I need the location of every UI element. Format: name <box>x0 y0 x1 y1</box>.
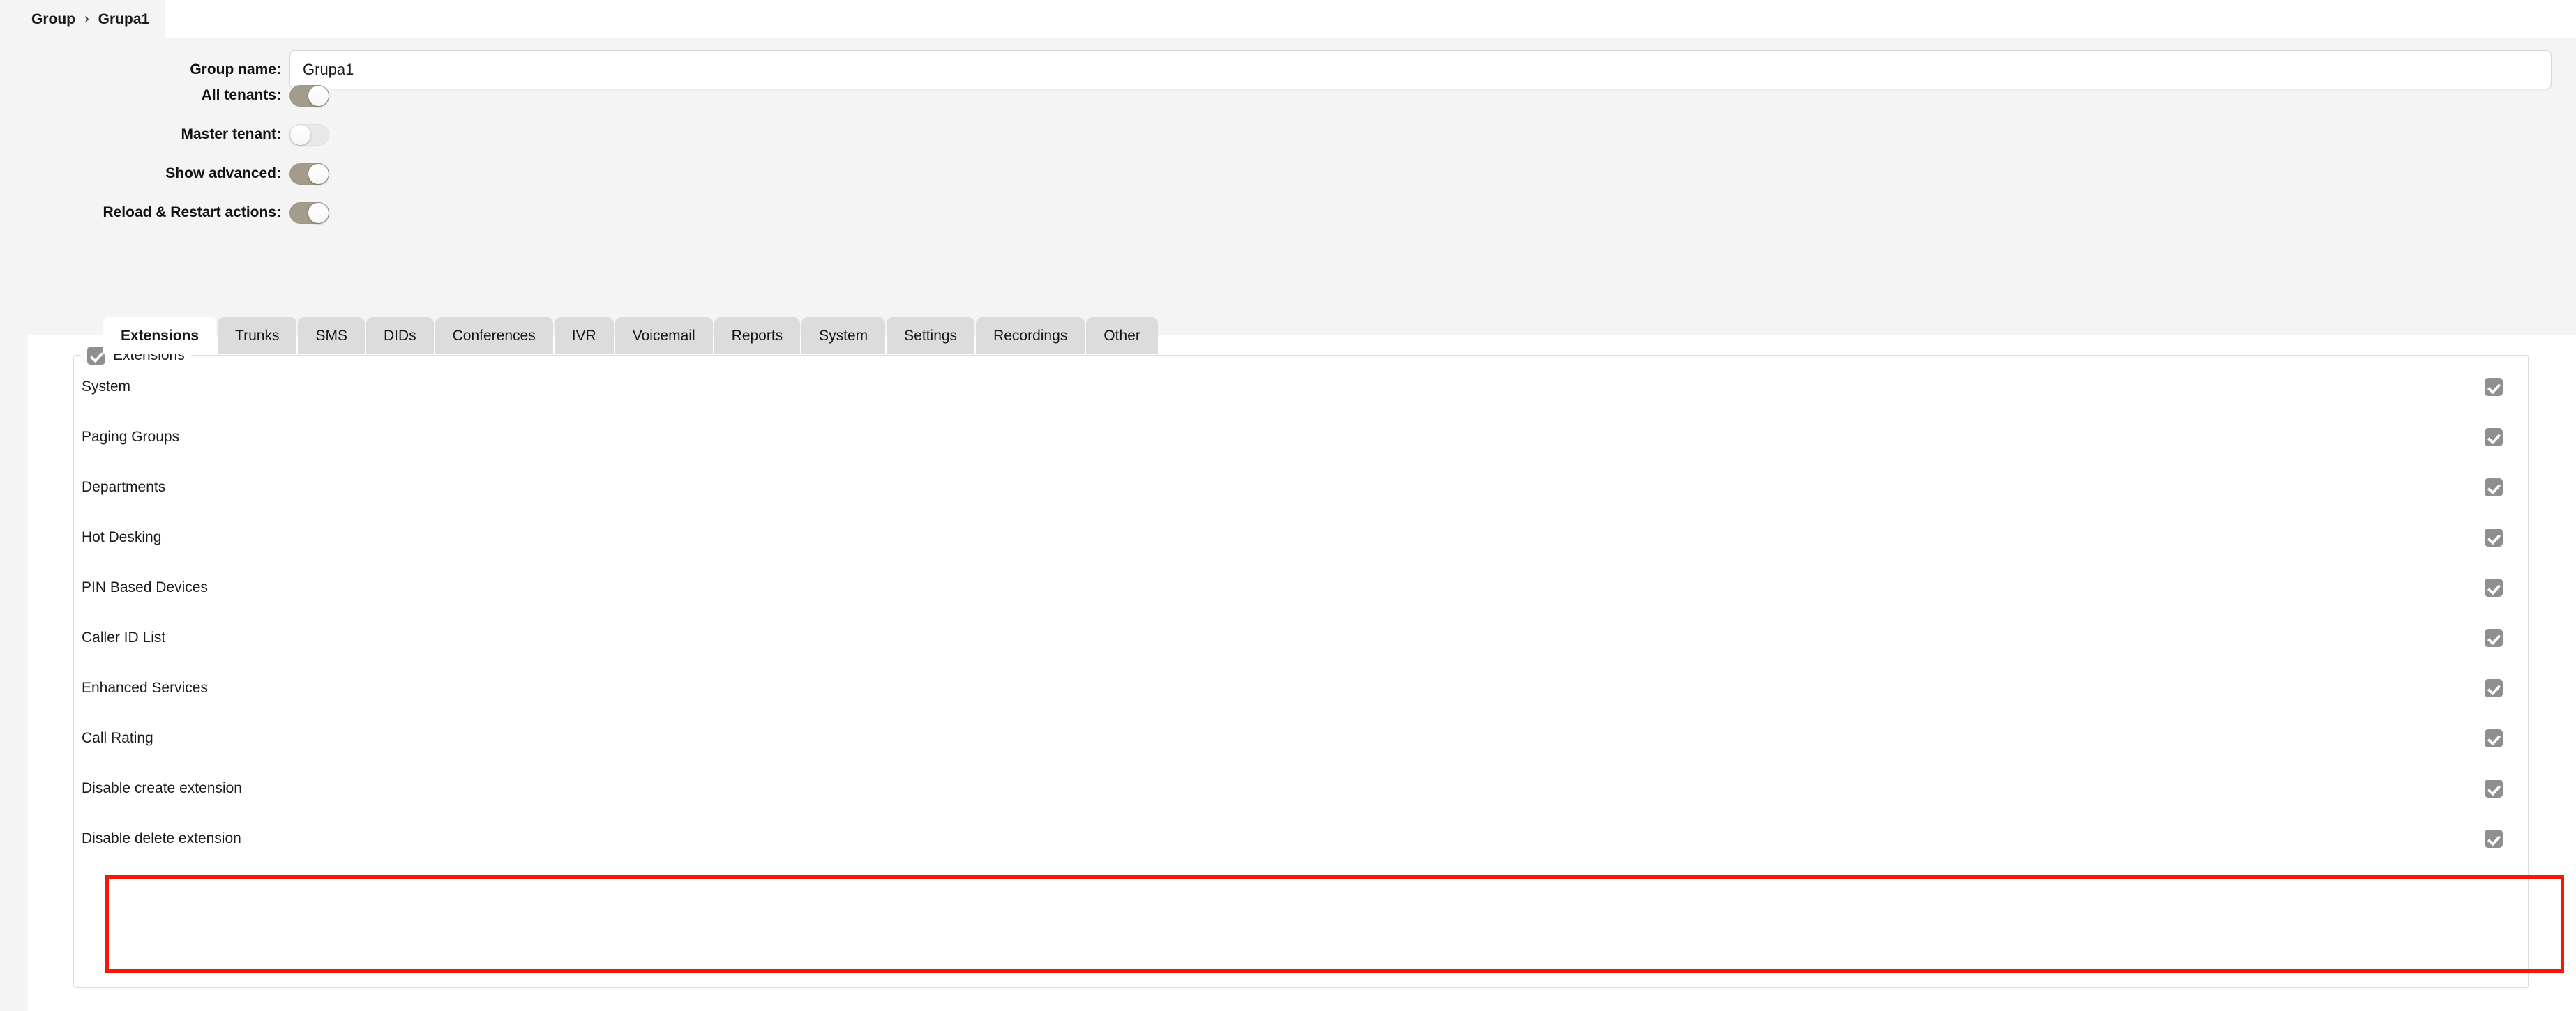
option-label: PIN Based Devices <box>82 579 208 595</box>
master-tenant-row: Master tenant: <box>28 119 329 150</box>
option-label: Call Rating <box>82 730 153 746</box>
annotation-highlight-box <box>105 875 2564 973</box>
option-row: Departments <box>74 476 2528 499</box>
group-name-row: Group name: <box>28 50 2576 89</box>
option-row: Hot Desking <box>74 526 2528 549</box>
content-panel: Extensions System Paging Groups Department… <box>40 335 2576 1011</box>
tab-settings[interactable]: Settings <box>887 317 975 354</box>
master-tenant-label: Master tenant: <box>181 126 281 142</box>
show-advanced-label: Show advanced: <box>165 165 281 181</box>
tab-reports[interactable]: Reports <box>714 317 801 354</box>
option-row: Enhanced Services <box>74 677 2528 699</box>
breadcrumb-root-link[interactable]: Group <box>31 11 75 28</box>
tab-trunks[interactable]: Trunks <box>218 317 297 354</box>
option-checkbox[interactable] <box>2485 579 2503 597</box>
option-checkbox[interactable] <box>2485 529 2503 547</box>
group-name-input[interactable] <box>289 50 2552 89</box>
tab-recordings[interactable]: Recordings <box>976 317 1085 354</box>
breadcrumb-current: Grupa1 <box>98 10 150 27</box>
option-checkbox[interactable] <box>2485 679 2503 697</box>
left-rail <box>0 0 28 1011</box>
option-row: Paging Groups <box>74 426 2528 448</box>
option-label: Paging Groups <box>82 429 180 445</box>
option-label: Disable create extension <box>82 780 242 796</box>
option-label: Enhanced Services <box>82 680 208 696</box>
all-tenants-row: All tenants: <box>28 80 329 111</box>
toggle-knob <box>308 202 329 223</box>
option-checkbox[interactable] <box>2485 830 2503 848</box>
option-checkbox[interactable] <box>2485 780 2503 798</box>
group-name-label: Group name: <box>190 61 281 77</box>
option-label: Hot Desking <box>82 529 162 545</box>
reload-restart-actions-toggle[interactable] <box>289 202 329 224</box>
show-advanced-toggle[interactable] <box>289 162 329 185</box>
option-label: Disable delete extension <box>82 830 241 846</box>
option-checkbox[interactable] <box>2485 428 2503 446</box>
tab-bar: Extensions Trunks SMS DIDs Conferences IVR Voi… <box>103 317 1159 354</box>
toggle-knob <box>308 85 329 106</box>
option-row: Call Rating <box>74 727 2528 750</box>
option-row: Disable delete extension <box>74 828 2528 850</box>
option-checkbox[interactable] <box>2485 378 2503 396</box>
extensions-fieldset: Extensions System Paging Groups Department… <box>73 344 2564 988</box>
toggle-knob <box>308 163 329 184</box>
tab-extensions[interactable]: Extensions <box>103 317 217 354</box>
extensions-option-list: System Paging Groups Departments Hot Deskin… <box>74 376 2528 878</box>
show-advanced-row: Show advanced: <box>28 158 329 189</box>
master-tenant-toggle[interactable] <box>289 123 329 146</box>
option-label: Departments <box>82 479 166 495</box>
tab-conferences[interactable]: Conferences <box>435 317 553 354</box>
group-settings-form: Group name: All tenants: Master tenant: … <box>28 38 2576 335</box>
chevron-right-icon: › <box>84 11 89 26</box>
all-tenants-toggle[interactable] <box>289 84 329 107</box>
option-row: System <box>74 376 2528 398</box>
option-row: Disable create extension <box>74 777 2528 800</box>
tab-other[interactable]: Other <box>1086 317 1158 354</box>
tab-sms[interactable]: SMS <box>298 317 365 354</box>
tab-ivr[interactable]: IVR <box>554 317 614 354</box>
all-tenants-label: All tenants: <box>201 87 281 103</box>
breadcrumb: Group › Grupa1 <box>0 0 165 38</box>
option-row: Caller ID List <box>74 627 2528 649</box>
option-checkbox[interactable] <box>2485 478 2503 496</box>
option-checkbox[interactable] <box>2485 729 2503 747</box>
option-label: Caller ID List <box>82 630 166 646</box>
reload-restart-actions-row: Reload & Restart actions: <box>28 197 329 228</box>
tab-system[interactable]: System <box>801 317 886 354</box>
tab-dids[interactable]: DIDs <box>366 317 434 354</box>
tab-voicemail[interactable]: Voicemail <box>615 317 713 354</box>
reload-restart-actions-label: Reload & Restart actions: <box>103 204 281 220</box>
option-checkbox[interactable] <box>2485 629 2503 647</box>
breadcrumb-bar: Group › Grupa1 <box>0 0 2576 38</box>
option-label: System <box>82 379 131 395</box>
toggle-knob <box>290 124 310 145</box>
option-row: PIN Based Devices <box>74 577 2528 599</box>
